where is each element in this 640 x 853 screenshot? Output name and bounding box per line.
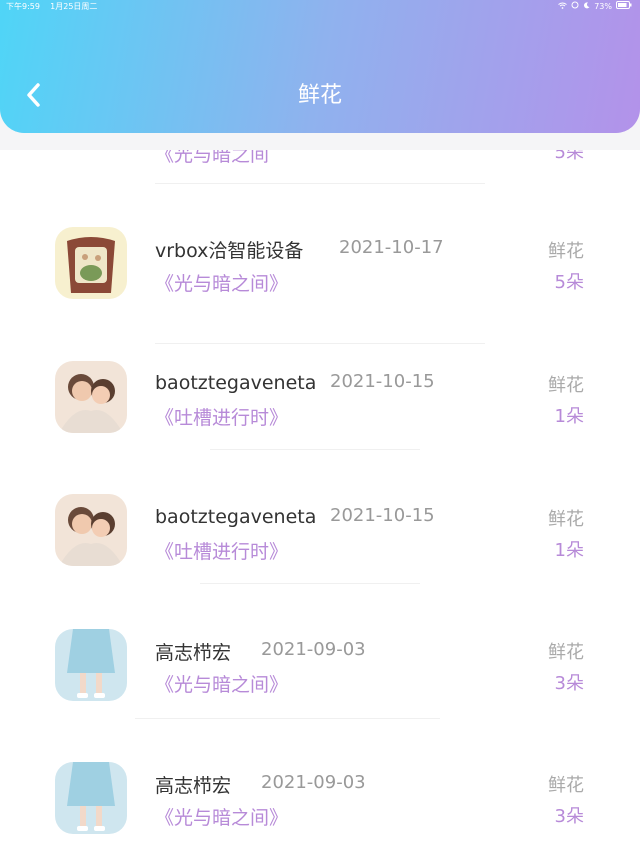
gift-type: 鲜花 [548,241,584,262]
sender-name: baotztegaveneta [155,372,317,394]
gift-type: 鲜花 [548,375,584,396]
list-item[interactable]: 高志栉宏 2021-09-03 《光与暗之间》 鲜花 3朵 [0,610,640,743]
header-bar: 下午9:59 1月25日周二 73% 鲜花 [0,0,640,133]
gift-count: 1朵 [554,406,584,427]
list-item[interactable]: baotztegaveneta 2021-10-15 《吐槽进行时》 鲜花 1朵 [0,476,640,609]
list-item[interactable]: baotztegaveneta 2021-10-15 《吐槽进行时》 鲜花 1朵 [0,343,640,476]
gift-type: 鲜花 [548,509,584,530]
work-title[interactable]: 《光与暗之间 [155,150,269,167]
status-time: 下午9:59 [6,2,40,11]
work-title[interactable]: 《光与暗之间》 [155,670,288,697]
avatar [55,494,127,566]
gift-count: 5朵 [554,150,584,163]
status-right: 73% [558,0,632,14]
work-title[interactable]: 《吐槽进行时》 [155,403,288,430]
status-date: 1月25日周二 [50,2,98,11]
send-date: 2021-10-17 [339,237,444,258]
work-title[interactable]: 《吐槽进行时》 [155,537,288,564]
sender-name: 高志栉宏 [155,642,232,664]
gift-count: 3朵 [554,806,584,827]
gift-type: 鲜花 [548,642,584,663]
send-date: 2021-10-15 [330,505,435,526]
status-bar: 下午9:59 1月25日周二 73% [0,0,640,14]
send-date: 2021-10-15 [330,371,435,392]
list-item[interactable]: 高志栉宏 2021-09-03 《光与暗之间》 鲜花 3朵 [0,743,640,853]
divider [135,718,440,719]
work-title[interactable]: 《光与暗之间》 [155,803,288,830]
avatar [55,361,127,433]
sender-name: vrbox洽智能设备 [155,240,304,262]
wifi-icon [558,0,568,14]
gift-count: 1朵 [554,540,584,561]
work-title[interactable]: 《光与暗之间》 [155,269,288,296]
divider [210,449,420,450]
moon-icon [583,0,590,14]
avatar [55,227,127,299]
status-left: 下午9:59 1月25日周二 [6,0,97,14]
avatar [55,762,127,834]
gift-record-list[interactable]: 《光与暗之间 5朵 vrbox洽智能设备 2021-10-17 《光与暗之间》 … [0,150,640,853]
gift-type: 鲜花 [548,775,584,796]
sender-name: 高志栉宏 [155,775,232,797]
send-date: 2021-09-03 [261,639,366,660]
list-item[interactable]: vrbox洽智能设备 2021-10-17 《光与暗之间》 鲜花 5朵 [0,210,640,344]
list-item[interactable]: 《光与暗之间 5朵 [0,150,640,184]
divider [155,183,485,184]
lock-rotation-icon [571,0,579,14]
send-date: 2021-09-03 [261,772,366,793]
page-title: 鲜花 [297,83,342,108]
gift-count: 5朵 [554,272,584,293]
battery-percent: 73% [594,2,612,11]
gift-count: 3朵 [554,673,584,694]
sender-name: baotztegaveneta [155,506,317,528]
divider [200,583,420,584]
avatar [55,629,127,701]
battery-icon [616,0,632,14]
